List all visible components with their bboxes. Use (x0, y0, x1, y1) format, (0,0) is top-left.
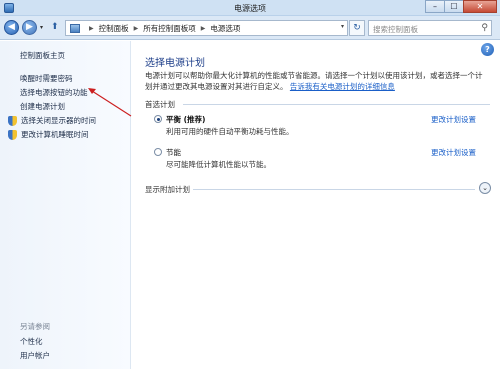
up-level-button[interactable]: ⬆ (51, 22, 59, 32)
help-icon[interactable]: ? (481, 43, 494, 56)
shield-icon (8, 115, 17, 126)
breadcrumb-item[interactable]: 控制面板 (99, 23, 129, 34)
back-button[interactable]: ◀ (4, 20, 19, 35)
plan-radio-balanced[interactable] (154, 115, 162, 123)
sidebar-home-link[interactable]: 控制面板主页 (20, 50, 65, 61)
navigation-bar: ◀ ▶ ▾ ⬆ ▶ 控制面板 ▶ 所有控制面板项 ▶ 电源选项 ▾ ↻ 搜索控制… (0, 16, 500, 40)
refresh-button[interactable]: ↻ (349, 20, 365, 36)
page-title: 选择电源计划 (145, 58, 205, 69)
change-plan-settings-link[interactable]: 更改计划设置 (431, 147, 476, 158)
change-plan-settings-link[interactable]: 更改计划设置 (431, 114, 476, 125)
sidebar-item-sleep-time[interactable]: 更改计算机睡眠时间 (8, 129, 89, 140)
sidebar-link-personalization[interactable]: 个性化 (20, 336, 43, 347)
power-plan-info-link[interactable]: 告诉我有关电源计划的详细信息 (290, 82, 395, 91)
search-icon[interactable]: ⚲ (481, 23, 488, 33)
title-bar: 电源选项 – ☐ ✕ (0, 0, 500, 16)
breadcrumb-separator-icon[interactable]: ▶ (201, 25, 206, 32)
shield-icon (8, 129, 17, 140)
page-description: 电源计划可以帮助你最大化计算机的性能或节省能源。请选择一个计划以使用该计划，或者… (145, 70, 485, 92)
sidebar: 控制面板主页 唤醒时需要密码 选择电源按钮的功能 创建电源计划 选择关闭显示器的… (0, 41, 131, 369)
plan-name-power-saver[interactable]: 节能 (166, 147, 181, 158)
sidebar-link-user-accounts[interactable]: 用户帐户 (20, 350, 50, 361)
minimize-button[interactable]: – (425, 0, 445, 13)
plan-desc-power-saver: 尽可能降低计算机性能以节能。 (166, 160, 271, 169)
search-input[interactable]: 搜索控制面板 ⚲ (368, 20, 492, 36)
sidebar-item-display-off[interactable]: 选择关闭显示器的时间 (8, 115, 96, 126)
section-divider (193, 189, 475, 190)
plan-radio-power-saver[interactable] (154, 148, 162, 156)
plan-desc-balanced: 利用可用的硬件自动平衡功耗与性能。 (166, 127, 294, 136)
control-panel-icon (70, 23, 80, 33)
sidebar-item-label: 选择关闭显示器的时间 (21, 116, 96, 125)
close-button[interactable]: ✕ (463, 0, 497, 13)
search-placeholder: 搜索控制面板 (373, 25, 418, 34)
sidebar-item-label: 更改计算机睡眠时间 (21, 130, 89, 139)
window-controls: – ☐ ✕ (425, 0, 497, 14)
forward-button[interactable]: ▶ (22, 20, 37, 35)
section-divider (183, 104, 490, 105)
sidebar-item-require-password[interactable]: 唤醒时需要密码 (20, 73, 73, 84)
maximize-button[interactable]: ☐ (444, 0, 464, 13)
breadcrumb-separator-icon[interactable]: ▶ (134, 25, 139, 32)
sidebar-item-power-button[interactable]: 选择电源按钮的功能 (20, 87, 88, 98)
sidebar-item-create-plan[interactable]: 创建电源计划 (20, 101, 65, 112)
breadcrumb-item[interactable]: 所有控制面板项 (143, 23, 196, 34)
preferred-plans-heading: 首选计划 (145, 100, 175, 109)
breadcrumb-item[interactable]: 电源选项 (210, 23, 240, 34)
breadcrumb-separator-icon[interactable]: ▶ (89, 25, 94, 32)
address-dropdown-icon[interactable]: ▾ (341, 23, 344, 30)
plan-name-balanced[interactable]: 平衡 (推荐) (166, 114, 205, 125)
expand-chevron-icon[interactable]: ⌄ (479, 182, 491, 194)
history-dropdown-icon[interactable]: ▾ (40, 24, 43, 31)
address-bar[interactable]: ▶ 控制面板 ▶ 所有控制面板项 ▶ 电源选项 ▾ (65, 20, 348, 36)
see-also-heading: 另请参阅 (20, 322, 50, 331)
show-additional-plans-label[interactable]: 显示附加计划 (145, 184, 190, 195)
